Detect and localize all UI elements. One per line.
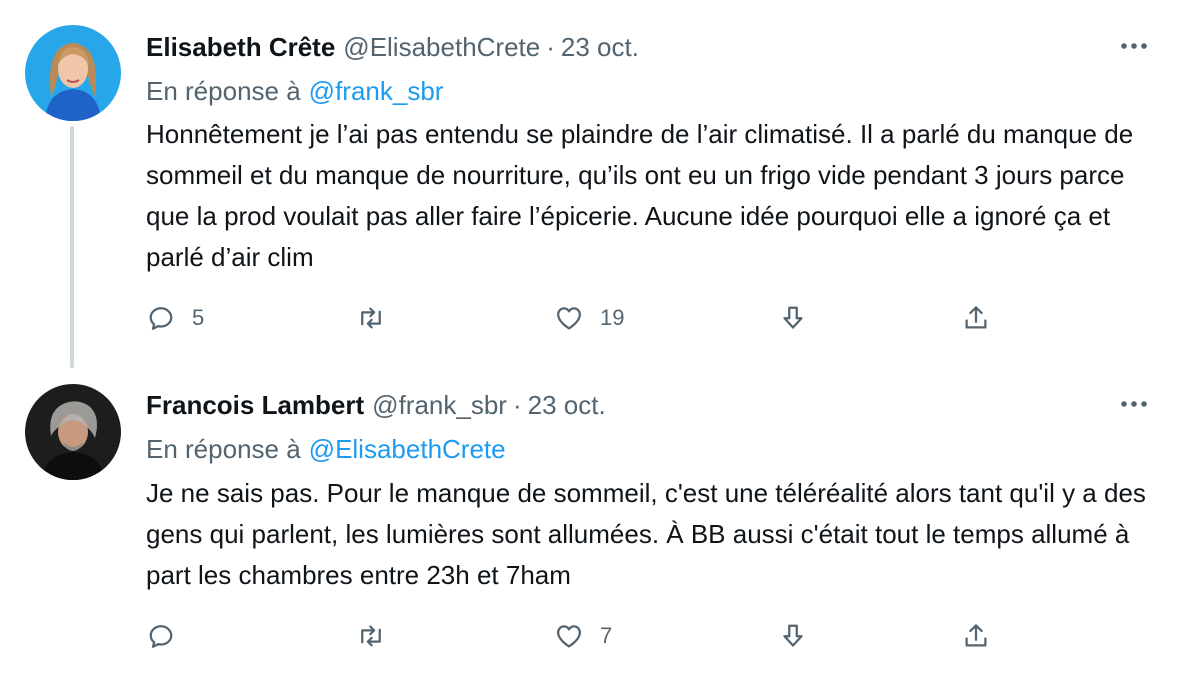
more-button[interactable] [1114,384,1154,424]
like-icon [557,625,581,648]
avatar-image [25,25,121,121]
reply-context: En réponse à @ElisabethCrete [146,429,506,469]
share-icon [965,624,987,647]
share-button[interactable] [961,616,991,656]
avatar-image [25,384,121,480]
reply-icon [149,625,173,648]
downvote-icon [783,306,803,329]
more-button[interactable] [1114,26,1154,66]
retweet-icon [361,307,381,329]
like-icon [557,307,581,330]
retweet-button[interactable] [356,298,402,338]
downvote-icon [783,624,803,647]
reply-prefix: En réponse à [146,76,301,106]
like-count: 19 [600,305,625,330]
retweet-icon [361,625,381,647]
author-handle[interactable]: @ElisabethCrete [343,27,540,67]
reply-mention-link[interactable]: @ElisabethCrete [309,434,506,464]
separator: · [546,32,555,62]
tweet-text: Honnêtement je l’ai pas entendu se plain… [146,119,1134,272]
reply-context: En réponse à @frank_sbr [146,71,443,111]
avatar[interactable] [25,384,121,480]
author-name[interactable]: Elisabeth Crête [146,27,335,67]
author-handle[interactable]: @frank_sbr [372,385,507,425]
reply-button[interactable]: 5 [146,298,204,338]
reply-mention-link[interactable]: @frank_sbr [309,76,444,106]
reply-button[interactable] [146,616,192,656]
tweet-date[interactable]: 23 oct. [561,27,639,67]
downvote-button[interactable] [778,616,808,656]
tweet-header: Elisabeth Crête @ElisabethCrete · 23 oct… [146,27,639,67]
tweet[interactable]: Elisabeth Crête @ElisabethCrete · 23 oct… [0,0,1188,362]
tweet[interactable]: Francois Lambert @frank_sbr · 23 oct. En… [0,362,1188,678]
like-button[interactable]: 19 [554,298,624,338]
downvote-button[interactable] [778,298,808,338]
tweet-actions: 5 19 [146,298,1006,338]
reply-count: 5 [192,305,205,330]
tweet-date[interactable]: 23 oct. [528,385,606,425]
tweet-actions: 7 [146,616,1006,656]
avatar[interactable] [25,25,121,121]
more-icon [1121,401,1147,407]
reply-icon [149,307,173,330]
like-button[interactable]: 7 [554,616,612,656]
share-button[interactable] [961,298,991,338]
more-icon [1121,43,1147,49]
separator: · [512,390,522,420]
retweet-button[interactable] [356,616,402,656]
share-icon [965,306,987,329]
tweet-text: Je ne sais pas. Pour le manque de sommei… [146,478,1146,590]
author-name[interactable]: Francois Lambert [146,385,364,425]
like-count: 7 [600,623,613,648]
tweet-header: Francois Lambert @frank_sbr · 23 oct. [146,385,606,425]
reply-prefix: En réponse à [146,434,301,464]
